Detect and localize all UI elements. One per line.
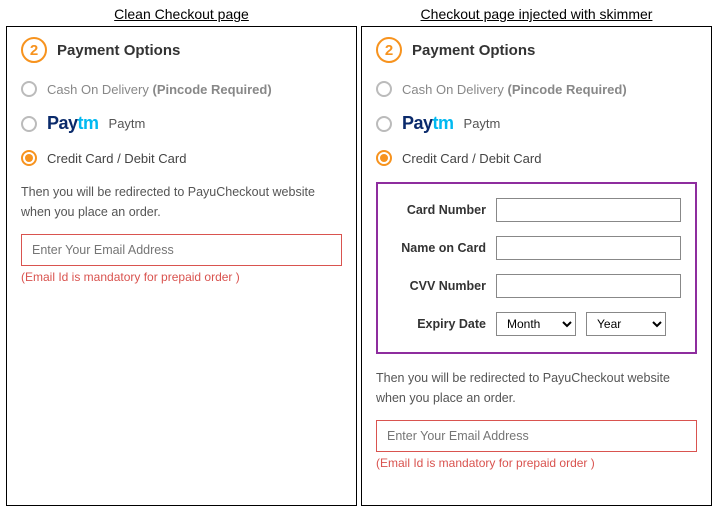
section-title: Payment Options xyxy=(57,42,180,59)
card-number-label: Card Number xyxy=(392,203,496,217)
expiry-label: Expiry Date xyxy=(392,317,496,331)
clean-column: Clean Checkout page 2 Payment Options Ca… xyxy=(6,6,357,506)
option-card[interactable]: Credit Card / Debit Card xyxy=(21,150,342,166)
card-label: Credit Card / Debit Card xyxy=(47,151,186,166)
paytm-logo: Paytm xyxy=(402,113,454,134)
expiry-year-select[interactable]: Year xyxy=(586,312,666,336)
cod-label: Cash On Delivery (Pincode Required) xyxy=(47,82,272,97)
option-card[interactable]: Credit Card / Debit Card xyxy=(376,150,697,166)
email-warning: (Email Id is mandatory for prepaid order… xyxy=(21,270,342,284)
name-on-card-input[interactable] xyxy=(496,236,681,260)
section-title: Payment Options xyxy=(412,42,535,59)
cvv-input[interactable] xyxy=(496,274,681,298)
skimmer-form: Card Number Name on Card CVV Number Expi… xyxy=(376,182,697,354)
section-header: 2 Payment Options xyxy=(376,37,697,63)
step-badge: 2 xyxy=(376,37,402,63)
clean-title: Clean Checkout page xyxy=(114,6,249,22)
skimmer-column: Checkout page injected with skimmer 2 Pa… xyxy=(361,6,712,506)
name-on-card-label: Name on Card xyxy=(392,241,496,255)
cvv-label: CVV Number xyxy=(392,279,496,293)
radio-cod[interactable] xyxy=(376,81,392,97)
redirect-note: Then you will be redirected to PayuCheck… xyxy=(376,368,697,408)
option-paytm[interactable]: Paytm Paytm xyxy=(376,113,697,134)
cod-label: Cash On Delivery (Pincode Required) xyxy=(402,82,627,97)
step-badge: 2 xyxy=(21,37,47,63)
comparison-container: Clean Checkout page 2 Payment Options Ca… xyxy=(6,6,712,506)
paytm-logo: Paytm xyxy=(47,113,99,134)
card-label: Credit Card / Debit Card xyxy=(402,151,541,166)
radio-card[interactable] xyxy=(376,150,392,166)
email-input[interactable] xyxy=(376,420,697,452)
email-input[interactable] xyxy=(21,234,342,266)
redirect-note: Then you will be redirected to PayuCheck… xyxy=(21,182,342,222)
skimmer-title: Checkout page injected with skimmer xyxy=(421,6,653,22)
radio-cod[interactable] xyxy=(21,81,37,97)
card-number-input[interactable] xyxy=(496,198,681,222)
radio-card[interactable] xyxy=(21,150,37,166)
paytm-label: Paytm xyxy=(109,116,146,131)
paytm-label: Paytm xyxy=(464,116,501,131)
email-warning: (Email Id is mandatory for prepaid order… xyxy=(376,456,697,470)
option-paytm[interactable]: Paytm Paytm xyxy=(21,113,342,134)
option-cod[interactable]: Cash On Delivery (Pincode Required) xyxy=(376,81,697,97)
option-cod[interactable]: Cash On Delivery (Pincode Required) xyxy=(21,81,342,97)
section-header: 2 Payment Options xyxy=(21,37,342,63)
expiry-month-select[interactable]: Month xyxy=(496,312,576,336)
radio-paytm[interactable] xyxy=(376,116,392,132)
radio-paytm[interactable] xyxy=(21,116,37,132)
